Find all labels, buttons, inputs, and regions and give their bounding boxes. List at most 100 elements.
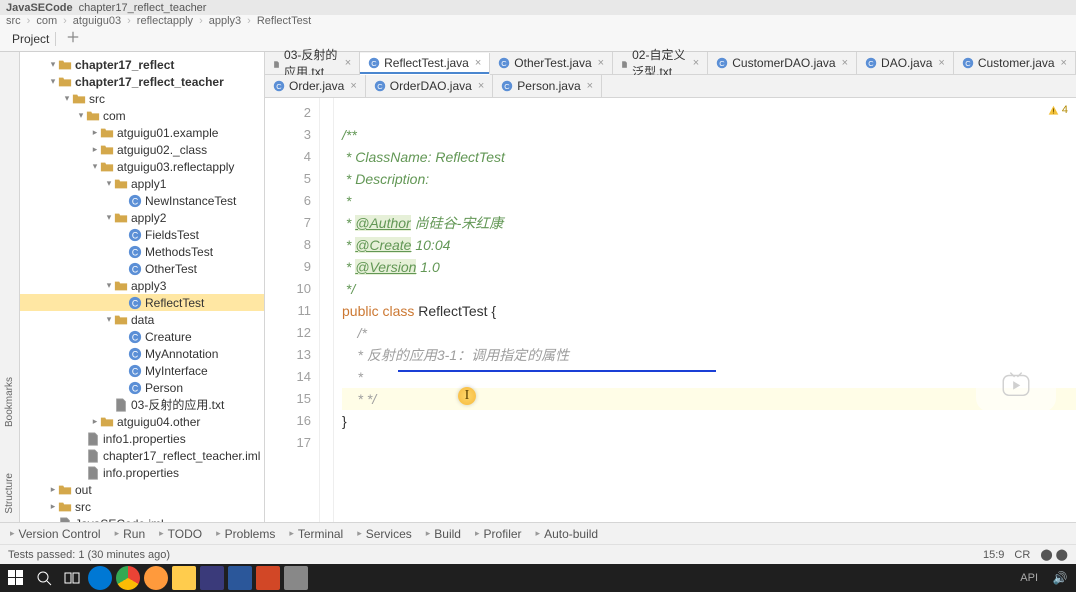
close-icon[interactable]: ×: [345, 57, 351, 69]
app-icon-1[interactable]: [144, 566, 168, 590]
breadcrumb-item[interactable]: apply3: [209, 15, 241, 27]
tree-item-out[interactable]: ▸out: [20, 481, 264, 498]
close-icon[interactable]: ×: [350, 80, 356, 92]
tool-services[interactable]: ▸Services: [357, 527, 412, 541]
breadcrumb-item[interactable]: com: [36, 15, 57, 27]
tree-item-NewInstanceTest[interactable]: CNewInstanceTest: [20, 192, 264, 209]
project-tree[interactable]: ▾chapter17_reflect▾chapter17_reflect_tea…: [20, 52, 265, 522]
edge-icon[interactable]: [88, 566, 112, 590]
tree-item-atguigu01-example[interactable]: ▸atguigu01.example: [20, 124, 264, 141]
folder-icon: [100, 160, 114, 174]
close-icon[interactable]: ×: [693, 57, 699, 69]
tab-CustomerDAO-java[interactable]: CCustomerDAO.java×: [708, 52, 857, 74]
app-icon-4[interactable]: [256, 566, 280, 590]
close-icon[interactable]: ×: [587, 80, 593, 92]
tree-item-src[interactable]: ▸src: [20, 498, 264, 515]
tab-Customer-java[interactable]: CCustomer.java×: [954, 52, 1076, 74]
search-icon[interactable]: [32, 566, 56, 590]
tree-item-FieldsTest[interactable]: CFieldsTest: [20, 226, 264, 243]
line-separator[interactable]: CR: [1014, 549, 1030, 561]
tab-ReflectTest-java[interactable]: CReflectTest.java×: [360, 53, 490, 75]
tab-OrderDAO-java[interactable]: COrderDAO.java×: [366, 75, 493, 97]
tab-Person-java[interactable]: CPerson.java×: [493, 75, 602, 97]
tree-label: MethodsTest: [145, 245, 213, 259]
tree-item-com[interactable]: ▾com: [20, 107, 264, 124]
bookmarks-tab[interactable]: Bookmarks: [4, 369, 15, 435]
tool-terminal[interactable]: ▸Terminal: [289, 527, 343, 541]
svg-text:C: C: [132, 247, 138, 257]
tool-problems[interactable]: ▸Problems: [216, 527, 275, 541]
app-icon-2[interactable]: [200, 566, 224, 590]
tree-item-info-properties[interactable]: info.properties: [20, 464, 264, 481]
tree-item-MyInterface[interactable]: CMyInterface: [20, 362, 264, 379]
tab-02-txt[interactable]: 02-自定义泛型.txt×: [613, 52, 708, 74]
breadcrumb-item[interactable]: ReflectTest: [257, 15, 311, 27]
project-tool-label[interactable]: Project: [6, 32, 56, 46]
code-editor[interactable]: 234567891011121314151617 /** * ClassName…: [265, 98, 1076, 522]
title-bar: JavaSECode chapter17_reflect_teacher: [0, 0, 1076, 15]
tree-item-MyAnnotation[interactable]: CMyAnnotation: [20, 345, 264, 362]
tree-item-info1-properties[interactable]: info1.properties: [20, 430, 264, 447]
close-icon[interactable]: ×: [1061, 57, 1067, 69]
structure-tab[interactable]: Structure: [4, 465, 15, 522]
tool-run[interactable]: ▸Run: [115, 527, 146, 541]
tool-auto-build[interactable]: ▸Auto-build: [536, 527, 599, 541]
collapse-icon[interactable]: [66, 30, 80, 47]
tree-item-data[interactable]: ▾data: [20, 311, 264, 328]
tray-icon[interactable]: 🔊: [1048, 566, 1072, 590]
tree-label: src: [75, 500, 91, 514]
close-icon[interactable]: ×: [478, 80, 484, 92]
tree-label: MyInterface: [145, 364, 208, 378]
windows-start-icon[interactable]: [4, 566, 28, 590]
tree-item-src[interactable]: ▾src: [20, 90, 264, 107]
tree-item-OtherTest[interactable]: COtherTest: [20, 260, 264, 277]
chrome-icon[interactable]: [116, 566, 140, 590]
tree-item-atguigu02-_class[interactable]: ▸atguigu02._class: [20, 141, 264, 158]
app-icon-3[interactable]: [228, 566, 252, 590]
tree-item-Person[interactable]: CPerson: [20, 379, 264, 396]
java-file-icon: C: [368, 57, 380, 69]
tab-OtherTest-java[interactable]: COtherTest.java×: [490, 52, 613, 74]
tree-item-atguigu04-other[interactable]: ▸atguigu04.other: [20, 413, 264, 430]
task-view-icon[interactable]: [60, 566, 84, 590]
svg-text:C: C: [132, 383, 138, 393]
tree-item-chapter17_reflect[interactable]: ▾chapter17_reflect: [20, 56, 264, 73]
tree-item-chapter17_reflect_teacher-iml[interactable]: chapter17_reflect_teacher.iml: [20, 447, 264, 464]
folder-icon: [100, 126, 114, 140]
caret-position[interactable]: 15:9: [983, 549, 1004, 561]
close-icon[interactable]: ×: [938, 57, 944, 69]
tree-label: info.properties: [103, 466, 179, 480]
tree-item-03-txt[interactable]: 03-反射的应用.txt: [20, 396, 264, 413]
tab-03-txt[interactable]: 03-反射的应用.txt×: [265, 52, 360, 74]
tree-item-apply1[interactable]: ▾apply1: [20, 175, 264, 192]
tree-item-apply3[interactable]: ▾apply3: [20, 277, 264, 294]
breadcrumb-item[interactable]: reflectapply: [137, 15, 193, 27]
tool-version-control[interactable]: ▸Version Control: [10, 527, 101, 541]
tool-todo[interactable]: ▸TODO: [159, 527, 202, 541]
tree-item-chapter17_reflect_teacher[interactable]: ▾chapter17_reflect_teacher: [20, 73, 264, 90]
close-icon[interactable]: ×: [598, 57, 604, 69]
tool-build[interactable]: ▸Build: [426, 527, 461, 541]
tab-Order-java[interactable]: COrder.java×: [265, 75, 366, 97]
breadcrumb-item[interactable]: src: [6, 15, 21, 27]
tree-item-atguigu03-reflectapply[interactable]: ▾atguigu03.reflectapply: [20, 158, 264, 175]
tree-item-MethodsTest[interactable]: C MethodsTest: [20, 243, 264, 260]
breadcrumb-item[interactable]: atguigu03: [73, 15, 121, 27]
tree-item-ReflectTest[interactable]: CReflectTest: [20, 294, 264, 311]
tab-DAO-java[interactable]: CDAO.java×: [857, 52, 954, 74]
text-file-icon: [621, 57, 628, 69]
app-icon-5[interactable]: [284, 566, 308, 590]
svg-text:C: C: [965, 59, 971, 68]
code-content[interactable]: /** * ClassName: ReflectTest * Descripti…: [334, 98, 1076, 522]
tool-profiler[interactable]: ▸Profiler: [475, 527, 522, 541]
tree-label: apply1: [131, 177, 166, 191]
explorer-icon[interactable]: [172, 566, 196, 590]
close-icon[interactable]: ×: [842, 57, 848, 69]
tree-item-JavaSECode-iml[interactable]: JavaSECode.iml: [20, 515, 264, 522]
file-icon: [86, 432, 100, 446]
tree-item-Creature[interactable]: CCreature: [20, 328, 264, 345]
folder-icon: [58, 500, 72, 514]
video-watermark-icon: [976, 356, 1056, 412]
tree-item-apply2[interactable]: ▾apply2: [20, 209, 264, 226]
close-icon[interactable]: ×: [475, 57, 481, 69]
